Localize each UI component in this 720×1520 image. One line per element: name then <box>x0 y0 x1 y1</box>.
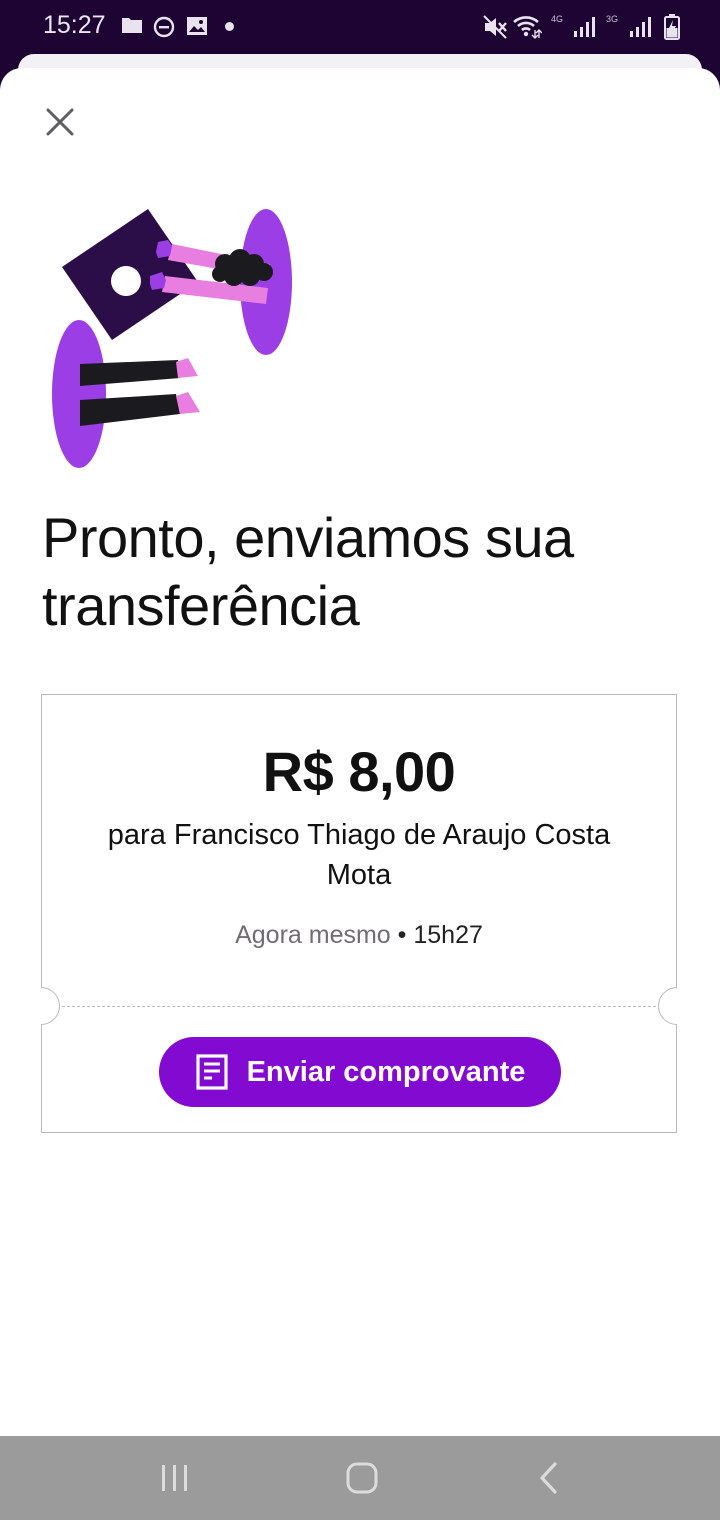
send-receipt-label: Enviar comprovante <box>246 1055 526 1088</box>
notification-dot-icon <box>225 22 234 31</box>
notch-gap-right <box>676 988 678 1024</box>
signal-icon <box>574 17 595 37</box>
home-icon[interactable] <box>342 1458 382 1498</box>
system-nav-bar <box>0 1436 720 1520</box>
recipient-name: para Francisco Thiago de Araujo Costa Mo… <box>107 819 611 891</box>
notch-gap-left <box>40 988 42 1024</box>
network-type-label: 4G <box>551 14 564 24</box>
transfer-success-sheet: Pronto, enviamos sua transferência R$ 8,… <box>0 68 720 1436</box>
success-illustration <box>52 209 292 468</box>
transfer-meta: Agora mesmo • 15h27 <box>42 921 676 950</box>
receipt-divider <box>62 1006 656 1007</box>
network-type-label-2: 3G <box>606 14 619 24</box>
folder-icon <box>122 18 142 33</box>
wifi-icon <box>513 16 542 39</box>
transfer-receipt-card: R$ 8,00 para Francisco Thiago de Araujo … <box>40 694 678 1133</box>
recents-icon[interactable] <box>155 1458 195 1498</box>
receipt-icon <box>195 1054 228 1090</box>
transfer-when: Agora mesmo <box>235 921 391 949</box>
status-time: 15:27 <box>43 11 106 39</box>
mute-icon <box>483 15 507 39</box>
page-title: Pronto, enviamos sua transferência <box>42 506 574 637</box>
do-not-disturb-icon <box>153 16 175 38</box>
battery-charging-icon <box>664 14 680 40</box>
status-bar: 15:27 4G 3G <box>0 0 720 54</box>
send-receipt-button[interactable]: Enviar comprovante <box>159 1037 561 1107</box>
back-icon[interactable] <box>530 1458 570 1498</box>
signal-icon-2 <box>630 17 651 37</box>
image-icon <box>187 17 207 35</box>
transfer-amount: R$ 8,00 <box>262 740 456 803</box>
close-button[interactable] <box>36 98 84 146</box>
transfer-time: 15h27 <box>413 921 483 949</box>
meta-separator: • <box>390 921 414 949</box>
close-icon <box>46 108 74 136</box>
